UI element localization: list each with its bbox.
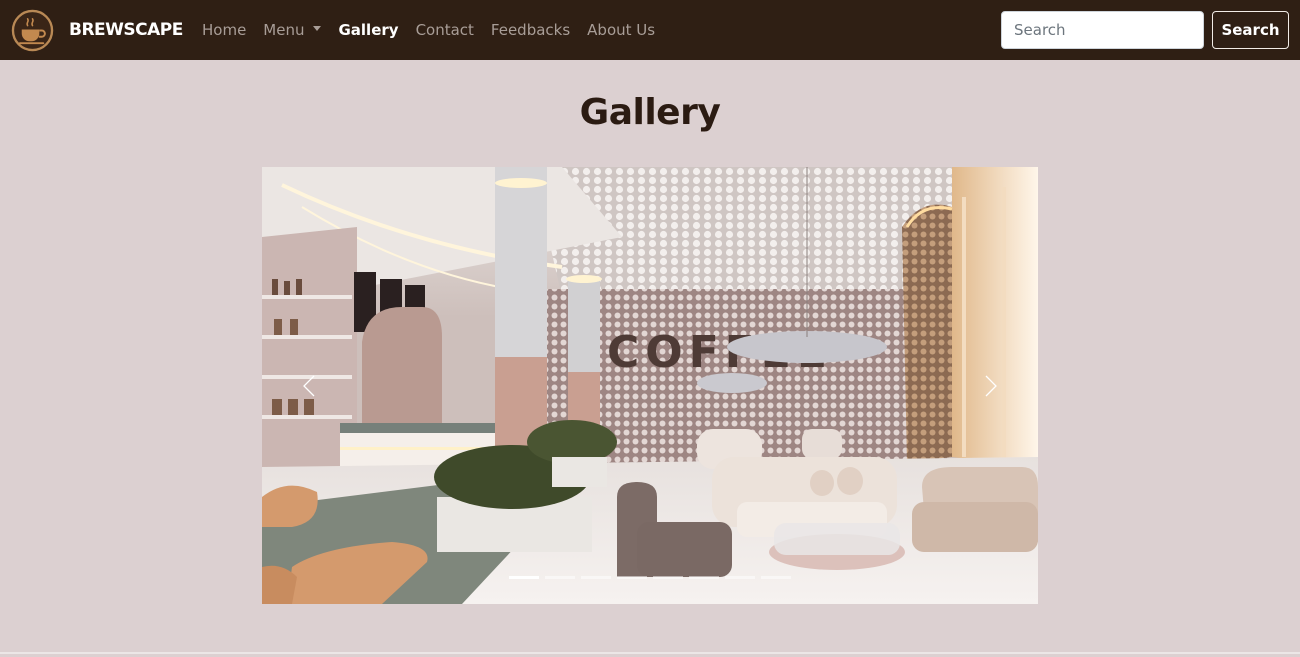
carousel-indicator-4[interactable] xyxy=(617,576,647,579)
caret-down-icon xyxy=(313,25,322,31)
divider xyxy=(0,652,1300,654)
carousel-indicator-1[interactable] xyxy=(509,576,539,579)
carousel-indicator-2[interactable] xyxy=(545,576,575,579)
nav-link-menu-label: Menu xyxy=(263,21,305,39)
chevron-right-icon xyxy=(985,375,997,396)
carousel-indicator-7[interactable] xyxy=(725,576,755,579)
gallery-carousel: COFFEE xyxy=(262,167,1038,604)
page-title: Gallery xyxy=(579,92,721,133)
nav-link-contact[interactable]: Contact xyxy=(416,21,474,39)
chevron-left-icon xyxy=(303,375,315,396)
main-nav: Home Menu Gallery Contact Feedbacks Abou… xyxy=(202,0,672,60)
nav-link-gallery[interactable]: Gallery xyxy=(338,21,398,39)
carousel-next-button[interactable] xyxy=(942,167,1038,604)
coffee-cup-logo-icon xyxy=(11,9,54,51)
carousel-indicator-5[interactable] xyxy=(653,576,683,579)
nav-link-menu[interactable]: Menu xyxy=(263,21,322,39)
nav-link-feedbacks[interactable]: Feedbacks xyxy=(491,21,570,39)
carousel-indicator-6[interactable] xyxy=(689,576,719,579)
search-button[interactable]: Search xyxy=(1212,11,1289,49)
search-input[interactable] xyxy=(1001,11,1204,49)
brand-name: BREWSCAPE xyxy=(69,20,183,40)
brand-link[interactable]: BREWSCAPE xyxy=(11,8,183,52)
carousel-indicator-3[interactable] xyxy=(581,576,611,579)
navbar: BREWSCAPE Home Menu Gallery Contact Feed… xyxy=(0,0,1300,60)
carousel-prev-button[interactable] xyxy=(262,167,358,604)
nav-link-home[interactable]: Home xyxy=(202,21,246,39)
cafe-interior-photo: COFFEE xyxy=(262,167,1038,604)
carousel-indicator-8[interactable] xyxy=(761,576,791,579)
carousel-indicators xyxy=(262,576,1038,579)
nav-link-about-us[interactable]: About Us xyxy=(587,21,655,39)
